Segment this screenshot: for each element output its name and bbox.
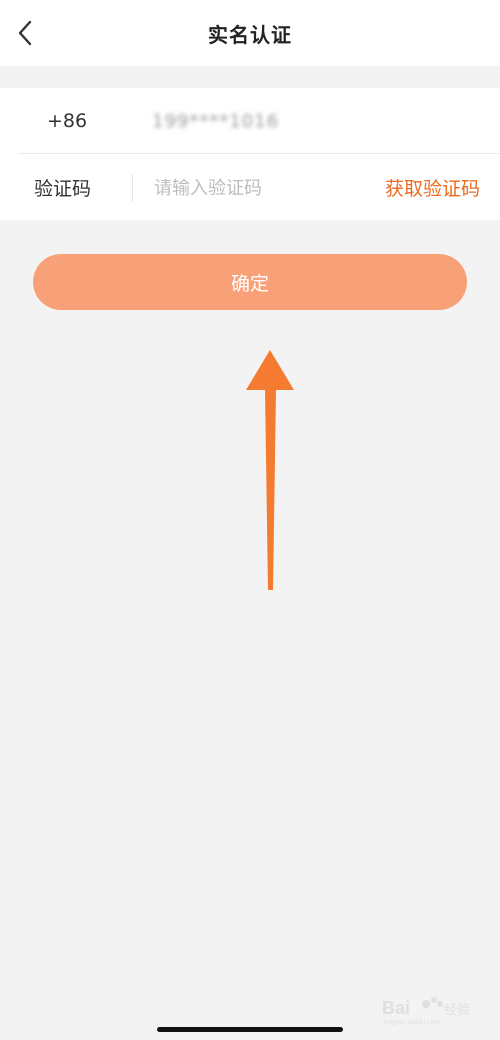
code-label: 验证码 [34, 177, 92, 200]
phone-number-value: 199****1016 [152, 110, 280, 132]
confirm-button[interactable]: 确定 [33, 254, 467, 310]
country-code-label[interactable]: +86 [47, 110, 87, 132]
code-row: 验证码 获取验证码 [0, 154, 500, 220]
field-separator [132, 174, 133, 202]
baidu-watermark-logo: Bai 经验 jingyan.baidu.com [382, 997, 470, 1026]
verification-code-input[interactable] [152, 168, 356, 208]
back-button[interactable] [6, 13, 46, 53]
svg-text:经验: 经验 [444, 1002, 470, 1018]
svg-text:jingyan.baidu.com: jingyan.baidu.com [383, 1019, 441, 1026]
chevron-left-icon [18, 20, 32, 46]
header-bar: 实名认证 [0, 0, 500, 66]
verification-form: +86 199****1016 验证码 获取验证码 [0, 88, 500, 220]
phone-row: +86 199****1016 [0, 88, 500, 154]
svg-text:Bai: Bai [382, 998, 410, 1018]
home-indicator [157, 1027, 343, 1032]
page-title: 实名认证 [208, 22, 292, 47]
get-code-button[interactable]: 获取验证码 [385, 174, 480, 201]
arrow-up-icon [246, 350, 294, 590]
